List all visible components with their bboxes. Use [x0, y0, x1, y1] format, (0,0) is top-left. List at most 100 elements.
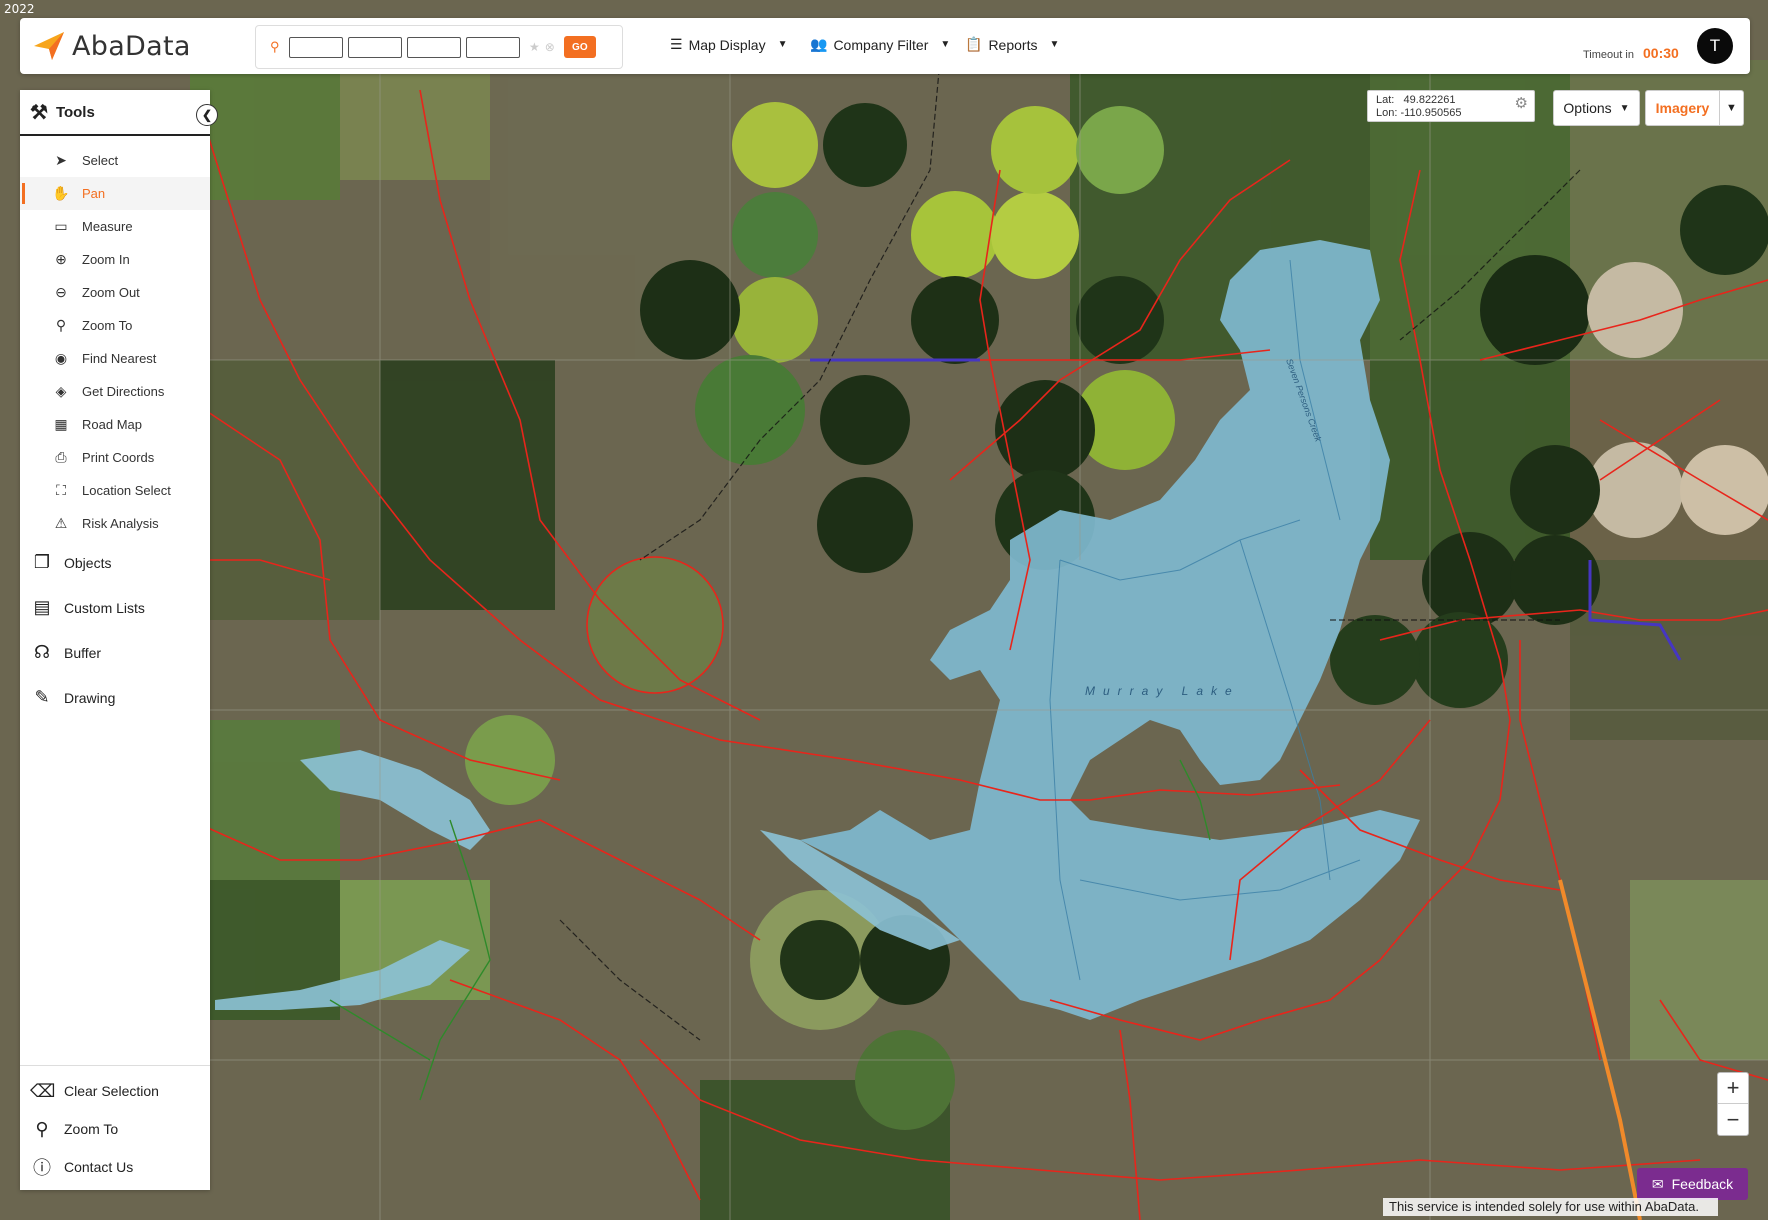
tool-pan[interactable]: ✋ Pan: [20, 177, 210, 210]
tool-measure[interactable]: ▭ Measure: [20, 210, 210, 243]
directions-icon: ◈: [55, 383, 67, 399]
pencil-icon: ✎: [34, 687, 50, 707]
eraser-icon: ⌫: [30, 1080, 56, 1101]
tool-label: Measure: [82, 219, 133, 234]
tools-title: Tools: [55, 103, 95, 121]
caret-down-icon: ▼: [777, 39, 788, 50]
tool-location-select[interactable]: ⛶ Location Select: [20, 474, 210, 507]
warning-icon: ⚠: [54, 515, 68, 531]
timeout-label: Timeout in: [1583, 49, 1634, 61]
search-field-4[interactable]: [466, 36, 520, 58]
caret-down-icon: ▼: [1619, 102, 1630, 114]
menu-map-display[interactable]: ☰ Map Display ▼: [670, 36, 788, 53]
feedback-label: Feedback: [1671, 1176, 1734, 1192]
binoculars-icon: ◉: [54, 350, 68, 366]
tools-icon: ⚒: [30, 101, 48, 124]
lon-value: -110.950565: [1400, 107, 1462, 119]
hand-icon: ✋: [52, 185, 70, 201]
printer-icon: ⎙: [55, 449, 67, 465]
clear-selection-button[interactable]: ⌫ Clear Selection: [20, 1072, 210, 1110]
gear-icon[interactable]: ⚙: [1515, 96, 1528, 111]
lon-label: Lon:: [1376, 107, 1398, 119]
section-custom-lists[interactable]: ▤ Custom Lists: [20, 585, 210, 630]
imagery-label: Imagery: [1655, 100, 1710, 116]
menu-company-filter[interactable]: 👥 Company Filter ▼: [810, 36, 950, 53]
section-label: Objects: [64, 554, 112, 571]
layers-icon: ☰: [670, 36, 683, 52]
map-zoom-out-button[interactable]: −: [1718, 1104, 1748, 1135]
tool-label: Road Map: [82, 417, 142, 432]
sidebar-bottom: ⌫ Clear Selection ⚲ Zoom To ⓘ Contact Us: [20, 1065, 210, 1190]
zoom-to-icon: ⚲: [55, 317, 67, 333]
contact-us-button[interactable]: ⓘ Contact Us: [20, 1148, 210, 1186]
tool-zoom-in[interactable]: ⊕ Zoom In: [20, 243, 210, 276]
tools-header: ⚒ Tools ❮: [20, 90, 218, 136]
tool-label: Risk Analysis: [82, 516, 159, 531]
tool-print-coords[interactable]: ⎙ Print Coords: [20, 441, 210, 474]
clear-icon[interactable]: ⊗: [545, 40, 555, 54]
list-icon: ▤: [33, 597, 51, 617]
zoom-to-icon: ⚲: [35, 1118, 49, 1139]
section-label: Contact Us: [64, 1159, 134, 1175]
satellite-map[interactable]: Murray Lake Seven Persons Creek: [0, 0, 1768, 1220]
ruler-icon: ▭: [54, 218, 68, 234]
menu-label: Map Display: [688, 36, 766, 53]
caret-down-icon: ▼: [940, 39, 951, 50]
section-objects[interactable]: ❐ Objects: [20, 540, 210, 585]
section-drawing[interactable]: ✎ Drawing: [20, 675, 210, 720]
search-field-3[interactable]: [407, 36, 461, 58]
search-bar: ⚲ ★ ⊗ GO: [255, 25, 623, 69]
buffer-icon: ☊: [34, 642, 50, 662]
tool-road-map[interactable]: ▦ Road Map: [20, 408, 210, 441]
lat-label: Lat:: [1376, 94, 1395, 106]
feedback-button[interactable]: ✉ Feedback: [1637, 1168, 1748, 1200]
app-logo[interactable]: AbaData: [32, 30, 191, 62]
coordinates-readout: Lat: 49.822261 Lon: -110.950565 ⚙: [1367, 90, 1535, 122]
caret-down-icon: ▼: [1049, 39, 1060, 50]
chat-icon: ✉: [1651, 1175, 1664, 1192]
menu-label: Company Filter: [833, 36, 929, 53]
map-icon: ▦: [54, 416, 68, 432]
options-button[interactable]: Options ▼: [1553, 90, 1640, 126]
tool-zoom-to[interactable]: ⚲ Zoom To: [20, 309, 210, 342]
map-zoom-control: + −: [1717, 1072, 1749, 1136]
pointer-icon: ➤: [55, 152, 67, 168]
zoom-to-button[interactable]: ⚲ Zoom To: [20, 1110, 210, 1148]
tool-list: ➤ Select ✋ Pan ▭ Measure ⊕ Zoom In ⊖ Zoom Out…: [20, 136, 210, 540]
tool-zoom-out[interactable]: ⊖ Zoom Out: [20, 276, 210, 309]
imagery-year: 2022: [4, 2, 35, 16]
star-icon[interactable]: ★: [529, 40, 540, 54]
tool-risk-analysis[interactable]: ⚠ Risk Analysis: [20, 507, 210, 540]
search-field-2[interactable]: [348, 36, 402, 58]
imagery-button[interactable]: Imagery ▼: [1645, 90, 1744, 126]
tool-find-nearest[interactable]: ◉ Find Nearest: [20, 342, 210, 375]
people-icon: 👥: [810, 36, 828, 52]
tool-get-directions[interactable]: ◈ Get Directions: [20, 375, 210, 408]
search-field-1[interactable]: [289, 36, 343, 58]
logo-arrow-icon: [34, 32, 64, 60]
collapse-sidebar-button[interactable]: ❮: [196, 104, 218, 126]
section-buffer[interactable]: ☊ Buffer: [20, 630, 210, 675]
location-select-icon: ⛶: [56, 482, 66, 498]
tool-label: Get Directions: [82, 384, 165, 399]
tool-label: Find Nearest: [82, 351, 157, 366]
section-label: Drawing: [64, 689, 116, 706]
menu-label: Reports: [988, 36, 1038, 53]
menu-reports[interactable]: 📋 Reports ▼: [965, 36, 1059, 53]
lat-value: 49.822261: [1403, 94, 1456, 106]
session-timeout: Timeout in 00:30: [1583, 45, 1679, 61]
imagery-dropdown-toggle[interactable]: ▼: [1719, 91, 1743, 125]
lake-label: Murray Lake: [1085, 684, 1240, 698]
section-label: Zoom To: [64, 1121, 119, 1137]
section-label: Buffer: [64, 644, 102, 661]
section-label: Custom Lists: [64, 599, 145, 616]
tool-select[interactable]: ➤ Select: [20, 144, 210, 177]
clipboard-icon: 📋: [965, 36, 983, 52]
map-imagery: Murray Lake Seven Persons Creek: [0, 0, 1768, 1220]
user-avatar[interactable]: T: [1697, 28, 1733, 64]
go-button[interactable]: GO: [563, 36, 596, 58]
tool-label: Zoom In: [82, 252, 130, 267]
map-zoom-in-button[interactable]: +: [1718, 1073, 1748, 1104]
app-name: AbaData: [72, 30, 191, 62]
tools-sidebar: ⚒ Tools ❮ ➤ Select ✋ Pan ▭ Measure ⊕ Zoom In…: [20, 90, 218, 1190]
